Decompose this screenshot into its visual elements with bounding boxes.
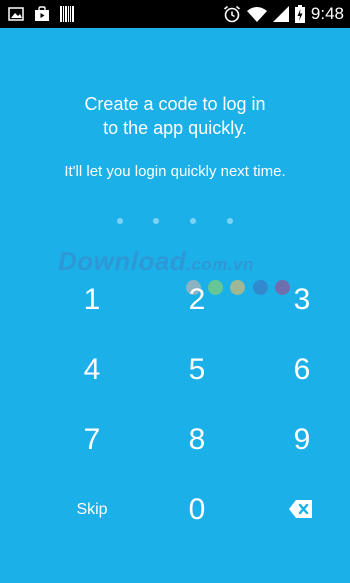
- watermark: Download.com.vn: [58, 246, 254, 277]
- key-4[interactable]: 4: [62, 345, 122, 395]
- signal-icon: [272, 6, 289, 22]
- watermark-dot: [230, 280, 245, 295]
- image-icon: [8, 7, 24, 21]
- watermark-text: Download: [58, 246, 187, 276]
- page-subtitle: It'll let you login quickly next time.: [64, 163, 286, 180]
- key-7[interactable]: 7: [62, 415, 122, 465]
- system-icons: 9:48: [223, 4, 344, 24]
- pin-dot: [117, 218, 123, 224]
- title-line-1: Create a code to log in: [84, 94, 266, 114]
- key-8[interactable]: 8: [167, 415, 227, 465]
- backspace-icon[interactable]: [289, 499, 313, 519]
- skip-button[interactable]: Skip: [62, 485, 122, 535]
- pin-dot: [227, 218, 233, 224]
- key-2[interactable]: 2: [167, 275, 227, 325]
- key-1[interactable]: 1: [62, 275, 122, 325]
- key-3[interactable]: 3: [272, 275, 332, 325]
- wifi-icon: [246, 7, 267, 22]
- pin-dot: [190, 218, 196, 224]
- notification-icons: [8, 5, 74, 23]
- page-title: Create a code to log in to the app quick…: [0, 92, 350, 140]
- alarm-icon: [223, 5, 240, 23]
- key-5[interactable]: 5: [167, 345, 227, 395]
- clock: 9:48: [310, 4, 344, 23]
- watermark-domain: .com.vn: [186, 255, 254, 274]
- pin-dot: [153, 218, 159, 224]
- battery-icon: [294, 5, 305, 23]
- watermark-dot: [253, 280, 268, 295]
- key-6[interactable]: 6: [272, 345, 332, 395]
- key-0[interactable]: 0: [167, 485, 227, 535]
- status-bar: 9:48: [0, 0, 350, 28]
- barcode-icon: [60, 6, 74, 22]
- key-9[interactable]: 9: [272, 415, 332, 465]
- title-line-2: to the app quickly.: [103, 118, 247, 138]
- pin-indicator: [0, 218, 350, 228]
- store-icon: [35, 6, 49, 21]
